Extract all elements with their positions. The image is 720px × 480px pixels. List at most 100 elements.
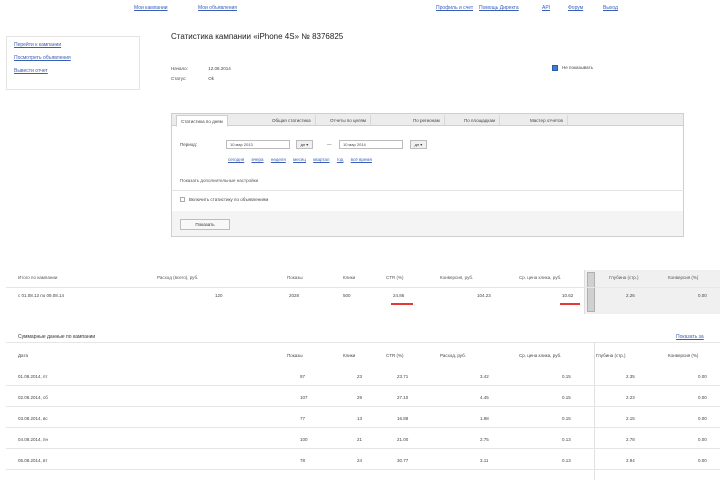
row-value-cell: 0.00 [698,416,707,421]
preset-today[interactable]: сегодня [228,157,244,162]
summary-cell: 0.00 [698,293,707,298]
panel-footer [172,211,683,236]
date-to-button[interactable]: дн ▾ [410,140,427,149]
summary-cell: 104.23 [477,293,491,298]
meta-status-value: Ok [208,76,215,81]
row-value-cell: 29 [357,395,363,400]
row-value-cell: 21.00 [397,437,409,442]
extra-settings-link[interactable]: Показать дополнительные настройки [180,178,258,183]
row-value-cell: 2.15 [626,416,635,421]
details-header-cell: Дата [18,353,28,358]
row-value-cell: 107 [300,395,308,400]
tab-regions[interactable]: По регионам [409,115,445,126]
details-header-cell: Расход, руб. [440,353,466,358]
summary-header-cell: Клики [343,275,356,280]
row-divider [6,469,720,470]
details-header-cell: Показы [287,353,303,358]
row-value-cell: 1.98 [480,416,489,421]
nav-link-help[interactable]: Помощь Директа [479,5,519,11]
row-value-cell: 2.75 [480,437,489,442]
sidebar-item-report[interactable]: Вывести отчет [14,68,132,74]
summary-header-cell: Итого по кампании [18,275,58,280]
sidebar: Перейти к кампании Посмотреть объявления… [6,36,140,90]
row-divider [6,385,720,386]
row-date-cell: 04.08.2014, пн [18,437,48,442]
row-value-cell: 0.15 [562,416,571,421]
details-column-separator [594,343,595,480]
date-from-input[interactable]: 10 мар 2013 [226,140,290,149]
row-value-cell: 100 [300,437,308,442]
nav-link-my-campaigns[interactable]: Мои кампании [134,5,168,11]
row-value-cell: 13 [357,416,363,421]
row-value-cell: 16.88 [397,416,409,421]
summary-cell: 2.26 [626,293,635,298]
tab-report-wizard[interactable]: Мастер отчетов [526,115,568,126]
row-value-cell: 27.10 [397,395,409,400]
hide-checkbox[interactable] [552,65,558,71]
preset-quarter[interactable]: квартал [313,157,329,162]
row-value-cell: 0.00 [698,437,707,442]
report-tabs: Статистика по дням Общая статистика Отче… [172,114,683,127]
cpc-highlight-underline [560,303,580,305]
date-to-input[interactable]: 10 мар 2014 [339,140,403,149]
summary-cell-period: с 01.08.13 по 09.08.14 [18,293,64,298]
row-value-cell: 30.77 [397,458,409,463]
tab-sites[interactable]: По площадкам [460,115,501,126]
date-separator: — [327,142,332,147]
nav-link-forum[interactable]: Форум [568,5,583,11]
row-value-cell: 77 [300,416,306,421]
date-from-button[interactable]: дн ▾ [296,140,313,149]
summary-cell: 500 [343,293,351,298]
summary-header-cell: Конверсия (%) [668,275,699,280]
top-navigation: Мои кампании Мои объявления Профиль и сч… [0,5,720,15]
meta-created-value: 12.08.2014 [208,66,231,71]
row-date-cell: 03.08.2014, вс [18,416,48,421]
summary-cell-cpc: 10.62 [562,293,574,298]
row-value-cell: 3.42 [480,374,489,379]
preset-yesterday[interactable]: вчера [252,157,264,162]
preset-month[interactable]: месяц [293,157,306,162]
summary-header-cell: Ср. цена клика, руб. [519,275,562,280]
summary-header-cell: Расход (всего), руб. [157,275,199,280]
tab-goals[interactable]: Отчеты по целям [326,115,372,126]
nav-link-api[interactable]: API [542,5,550,11]
meta-status-label: Статус: [171,76,187,81]
ads-stats-checkbox[interactable] [180,197,185,202]
sidebar-item-view-ads[interactable]: Посмотреть объявления [14,55,132,61]
show-button[interactable]: Показать [180,219,230,230]
summary-header-row: Итого по кампании Расход (всего), руб. П… [0,275,720,287]
preset-year[interactable]: год [337,157,344,162]
summary-header-cell: Показы [287,275,303,280]
tab-daily[interactable]: Статистика по дням [176,115,228,127]
nav-link-logout[interactable]: Выход [603,5,618,11]
ctr-highlight-underline [391,303,413,305]
sidebar-item-go-to-campaign[interactable]: Перейти к кампании [14,42,132,48]
details-header-cell: Клики [343,353,356,358]
meta-created-label: Начало: [171,66,188,71]
nav-link-profile[interactable]: Профиль и счет [436,5,473,11]
tab-general[interactable]: Общая статистика [268,115,316,126]
ads-stats-label: Включить статистику по объявлениям [189,197,269,202]
preset-all-time[interactable]: всё время [351,157,372,162]
summary-header-cell: Глубина (стр.) [609,275,639,280]
summary-cell: 120 [215,293,223,298]
period-presets: сегодня вчера неделя месяц квартал год в… [228,157,378,162]
row-divider [6,448,720,449]
summary-header-cell: Конверсия, руб. [440,275,474,280]
details-period-link[interactable]: Показать за [676,334,704,340]
preset-week[interactable]: неделя [271,157,286,162]
details-header-cell: CTR (%) [386,353,404,358]
row-value-cell: 23.71 [397,374,409,379]
meta-status: Статус: Ok [171,76,214,81]
hide-checkbox-label: Не показывать [562,65,593,70]
details-title: Суммарные данные по кампании [18,334,96,340]
row-value-cell: 0.13 [562,458,571,463]
row-value-cell: 3.11 [480,458,489,463]
row-value-cell: 24 [357,458,363,463]
nav-link-my-ads[interactable]: Мои объявления [198,5,237,11]
row-value-cell: 2.78 [626,437,635,442]
details-divider [6,342,720,343]
row-value-cell: 0.00 [698,374,707,379]
summary-cell-ctr: 24.86 [393,293,405,298]
row-divider [6,406,720,407]
